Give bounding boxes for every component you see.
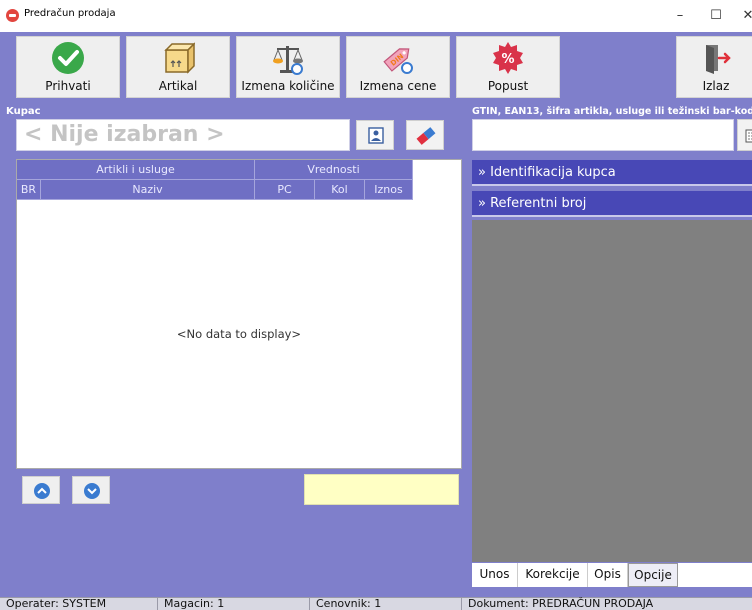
move-up-button[interactable] xyxy=(22,476,60,504)
discount-button[interactable]: % Popust xyxy=(456,36,560,98)
move-down-button[interactable] xyxy=(72,476,110,504)
status-pricelist: Cenovnik: 1 xyxy=(310,597,462,610)
barcode-input[interactable] xyxy=(472,119,734,151)
article-label: Artikal xyxy=(158,79,198,93)
percent-symbol: % xyxy=(501,52,514,67)
chevron-down-icon xyxy=(84,483,100,499)
price-tag-icon: DIN xyxy=(383,48,413,74)
discount-label: Popust xyxy=(487,79,529,93)
barcode-label: GTIN, EAN13, šifra artikla, usluge ili t… xyxy=(472,106,752,117)
items-grid[interactable] xyxy=(16,159,462,469)
change-price-button[interactable]: DIN Izmena cene xyxy=(346,36,450,98)
group-header-items: Artikli i usluge xyxy=(17,160,255,180)
column-header-br[interactable]: BR xyxy=(17,180,41,200)
maximize-button[interactable]: ☐ xyxy=(698,4,734,28)
exit-label: Izlaz xyxy=(702,79,730,93)
box-icon xyxy=(164,42,195,74)
customer-label: Kupac xyxy=(6,106,41,117)
close-button[interactable]: ✕ xyxy=(730,4,752,28)
contact-card-icon xyxy=(368,127,384,144)
minimize-button[interactable]: – xyxy=(662,4,698,28)
scale-icon xyxy=(273,46,303,75)
tab-opcije[interactable]: Opcije xyxy=(628,563,678,587)
column-header-naziv[interactable]: Naziv xyxy=(41,180,255,200)
tab-korekcije[interactable]: Korekcije xyxy=(518,563,588,587)
keyboard-button[interactable] xyxy=(737,119,752,151)
keyboard-icon xyxy=(745,129,752,143)
options-panel xyxy=(472,220,752,562)
status-warehouse: Magacin: 1 xyxy=(158,597,310,610)
chevron-up-icon xyxy=(34,483,50,499)
change-quantity-label: Izmena količine xyxy=(241,79,335,93)
app-logo-icon xyxy=(6,9,19,22)
article-button[interactable]: Artikal xyxy=(126,36,230,98)
customer-value: < Nije izabran > xyxy=(24,122,225,147)
column-header-iznos[interactable]: Iznos xyxy=(365,180,413,200)
tab-unos[interactable]: Unos xyxy=(472,563,518,587)
exit-door-icon xyxy=(706,45,731,74)
percent-badge-icon: % xyxy=(493,42,523,74)
customer-identification-panel[interactable]: » Identifikacija kupca xyxy=(472,160,752,186)
status-document: Dokument: PREDRAČUN PRODAJA xyxy=(468,597,654,610)
column-header-kol[interactable]: Kol xyxy=(315,180,365,200)
window-title: Predračun prodaja xyxy=(24,8,116,19)
column-header-pc[interactable]: PC xyxy=(255,180,315,200)
reference-number-panel[interactable]: » Referentni broj xyxy=(472,191,752,217)
empty-grid-message: <No data to display> xyxy=(176,327,302,341)
total-field xyxy=(304,474,459,505)
group-header-values: Vrednosti xyxy=(255,160,413,180)
accept-label: Prihvati xyxy=(45,79,91,93)
eraser-icon xyxy=(416,127,436,145)
check-circle-icon xyxy=(52,42,84,74)
status-operator: Operater: SYSTEM xyxy=(0,597,158,610)
change-price-label: Izmena cene xyxy=(359,79,437,93)
exit-button[interactable]: Izlaz xyxy=(676,36,752,98)
change-quantity-button[interactable]: Izmena količine xyxy=(236,36,340,98)
tab-opis[interactable]: Opis xyxy=(588,563,628,587)
select-customer-button[interactable] xyxy=(356,120,394,150)
accept-button[interactable]: Prihvati xyxy=(16,36,120,98)
clear-customer-button[interactable] xyxy=(406,120,444,150)
